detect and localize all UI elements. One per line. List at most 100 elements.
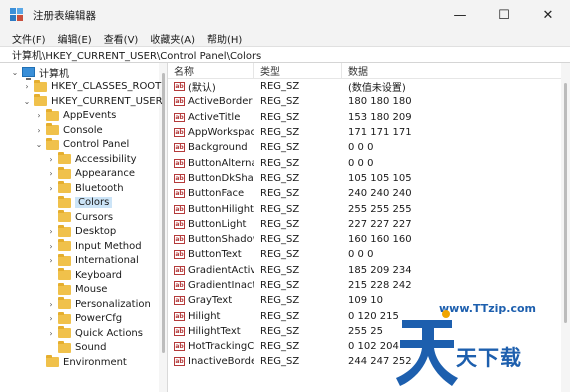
tree-item[interactable]: › HKEY_CLASSES_ROOT [22, 79, 161, 95]
tree-item[interactable]: ⌄ HKEY_CURRENT_USER [22, 94, 163, 109]
tree-scrollbar-thumb[interactable] [162, 73, 165, 353]
values-scrollbar-thumb[interactable] [564, 83, 567, 323]
column-header-data[interactable]: 数据 [342, 63, 570, 78]
tree-item[interactable]: › Appearance [46, 166, 136, 182]
value-data: 160 160 160 [348, 234, 412, 246]
value-row[interactable]: abGradientInactiv... REG_SZ 215 228 242 [168, 278, 570, 293]
value-row[interactable]: abButtonDkShad... REG_SZ 105 105 105 [168, 171, 570, 186]
expand-chevron-icon[interactable]: › [46, 256, 56, 265]
value-row[interactable]: abAppWorkspace REG_SZ 171 171 171 [168, 125, 570, 140]
menu-favorites[interactable]: 收藏夹(A) [150, 31, 195, 46]
values-pane[interactable]: 名称 类型 数据 ab (默认) REG_SZ (数值未设置) ab ActiveBord… [168, 63, 570, 392]
string-value-icon: ab [174, 311, 185, 321]
value-row[interactable]: ab ActiveBorder REG_SZ 180 180 180 [168, 94, 570, 109]
expand-chevron-icon[interactable]: › [34, 126, 44, 135]
folder-icon [34, 94, 47, 107]
value-name: Background [188, 142, 248, 154]
folder-icon [58, 195, 71, 208]
value-row[interactable]: ab ActiveTitle REG_SZ 153 180 209 [168, 110, 570, 125]
value-name: GradientActive... [188, 264, 254, 276]
expand-chevron-icon[interactable]: › [46, 169, 56, 178]
tree-item[interactable]: › Accessibility [46, 152, 137, 167]
expand-chevron-icon[interactable]: › [46, 242, 56, 251]
address-bar[interactable]: 计算机\HKEY_CURRENT_USER\Control Panel\Colo… [0, 46, 570, 63]
expand-chevron-icon[interactable]: › [34, 111, 44, 120]
value-type: REG_SZ [260, 264, 300, 276]
value-row[interactable]: ab ButtonText REG_SZ 0 0 0 [168, 247, 570, 262]
key-tree-pane[interactable]: ⌄ 计算机 › HKEY_CLASSES_ROOT ⌄ HKEY_CURRENT_USER… [0, 63, 168, 392]
folder-icon [58, 152, 71, 165]
string-value-icon: ab [174, 112, 185, 122]
address-path[interactable]: 计算机\HKEY_CURRENT_USER\Control Panel\Colo… [12, 47, 261, 62]
tree-item[interactable]: ⌄ 计算机 [10, 65, 69, 81]
tree-item[interactable]: › PowerCfg [46, 311, 122, 327]
string-value-icon: ab [174, 173, 185, 183]
tree-item[interactable]: Environment [34, 355, 127, 370]
menu-bar: 文件(F) 编辑(E) 查看(V) 收藏夹(A) 帮助(H) [0, 30, 570, 46]
tree-item[interactable]: › Console [34, 123, 103, 138]
folder-icon [58, 282, 71, 295]
tree-item[interactable]: ⌄ Control Panel [34, 137, 130, 153]
tree-scrollbar[interactable] [159, 63, 167, 392]
value-row[interactable]: ab Background REG_SZ 0 0 0 [168, 140, 570, 155]
value-name-cell: ab Hilight [168, 311, 254, 322]
tree-item[interactable]: › Bluetooth [46, 181, 124, 196]
value-data: 105 105 105 [348, 172, 412, 184]
menu-edit[interactable]: 编辑(E) [58, 31, 92, 46]
tree-item[interactable]: › Desktop [46, 224, 116, 240]
expand-chevron-icon[interactable]: › [46, 314, 56, 323]
tree-item-label: Quick Actions [75, 327, 143, 339]
tree-item[interactable]: › Quick Actions [46, 326, 143, 341]
tree-item-label: Control Panel [63, 139, 130, 151]
collapse-chevron-icon[interactable]: ⌄ [22, 97, 32, 106]
tree-item[interactable]: Sound [46, 340, 107, 356]
tree-item[interactable]: Mouse [46, 282, 108, 298]
menu-view[interactable]: 查看(V) [104, 31, 139, 46]
tree-item[interactable]: Keyboard [46, 268, 122, 283]
column-header-name[interactable]: 名称 [168, 63, 254, 78]
value-type: REG_SZ [260, 356, 300, 368]
value-name: ButtonDkShad... [188, 172, 254, 184]
tree-item-label: Appearance [75, 168, 136, 180]
folder-icon [58, 311, 71, 324]
value-row[interactable]: ab ButtonShadow REG_SZ 160 160 160 [168, 232, 570, 247]
expand-chevron-icon[interactable]: › [46, 227, 56, 236]
value-type: REG_SZ [260, 172, 300, 184]
expand-chevron-icon[interactable]: › [22, 82, 32, 91]
value-row[interactable]: ab ButtonLight REG_SZ 227 227 227 [168, 217, 570, 232]
expand-chevron-icon[interactable]: › [46, 184, 56, 193]
expand-chevron-icon[interactable]: › [46, 155, 56, 164]
close-button[interactable]: ✕ [526, 0, 570, 30]
expand-chevron-icon[interactable]: › [46, 329, 56, 338]
tree-item[interactable]: Colors [46, 195, 113, 211]
value-type: REG_SZ [260, 81, 300, 93]
title-bar[interactable]: 注册表编辑器 — ☐ ✕ [0, 0, 570, 30]
tree-item[interactable]: › Personalization [46, 297, 151, 312]
value-type: REG_SZ [260, 142, 300, 154]
tree-item-label: Sound [75, 342, 107, 354]
minimize-button[interactable]: — [438, 0, 482, 30]
value-row[interactable]: ab ButtonHilight REG_SZ 255 255 255 [168, 201, 570, 216]
folder-icon [58, 210, 71, 223]
maximize-button[interactable]: ☐ [482, 0, 526, 30]
tree-item[interactable]: › AppEvents [34, 108, 116, 124]
collapse-chevron-icon[interactable]: ⌄ [10, 68, 20, 77]
value-row[interactable]: abButtonAlternat... REG_SZ 0 0 0 [168, 155, 570, 170]
string-value-icon: ab [174, 204, 185, 214]
tree-item[interactable]: Cursors [46, 210, 113, 225]
expand-chevron-icon[interactable]: › [46, 300, 56, 309]
value-row[interactable]: ab (默认) REG_SZ (数值未设置) [168, 79, 570, 94]
value-name-cell: ab ButtonLight [168, 219, 254, 230]
collapse-chevron-icon[interactable]: ⌄ [34, 140, 44, 149]
column-header-type[interactable]: 类型 [254, 63, 342, 78]
value-name-cell: abButtonDkShad... [168, 173, 254, 184]
menu-help[interactable]: 帮助(H) [207, 31, 242, 46]
tree-item[interactable]: › International [46, 253, 139, 269]
menu-file[interactable]: 文件(F) [12, 31, 46, 46]
tree-item[interactable]: › Input Method [46, 239, 142, 254]
value-row[interactable]: ab ButtonFace REG_SZ 240 240 240 [168, 186, 570, 201]
value-type: REG_SZ [260, 203, 300, 215]
tree-item-label: Mouse [75, 284, 108, 296]
folder-icon [58, 340, 71, 353]
value-row[interactable]: abGradientActive... REG_SZ 185 209 234 [168, 263, 570, 278]
